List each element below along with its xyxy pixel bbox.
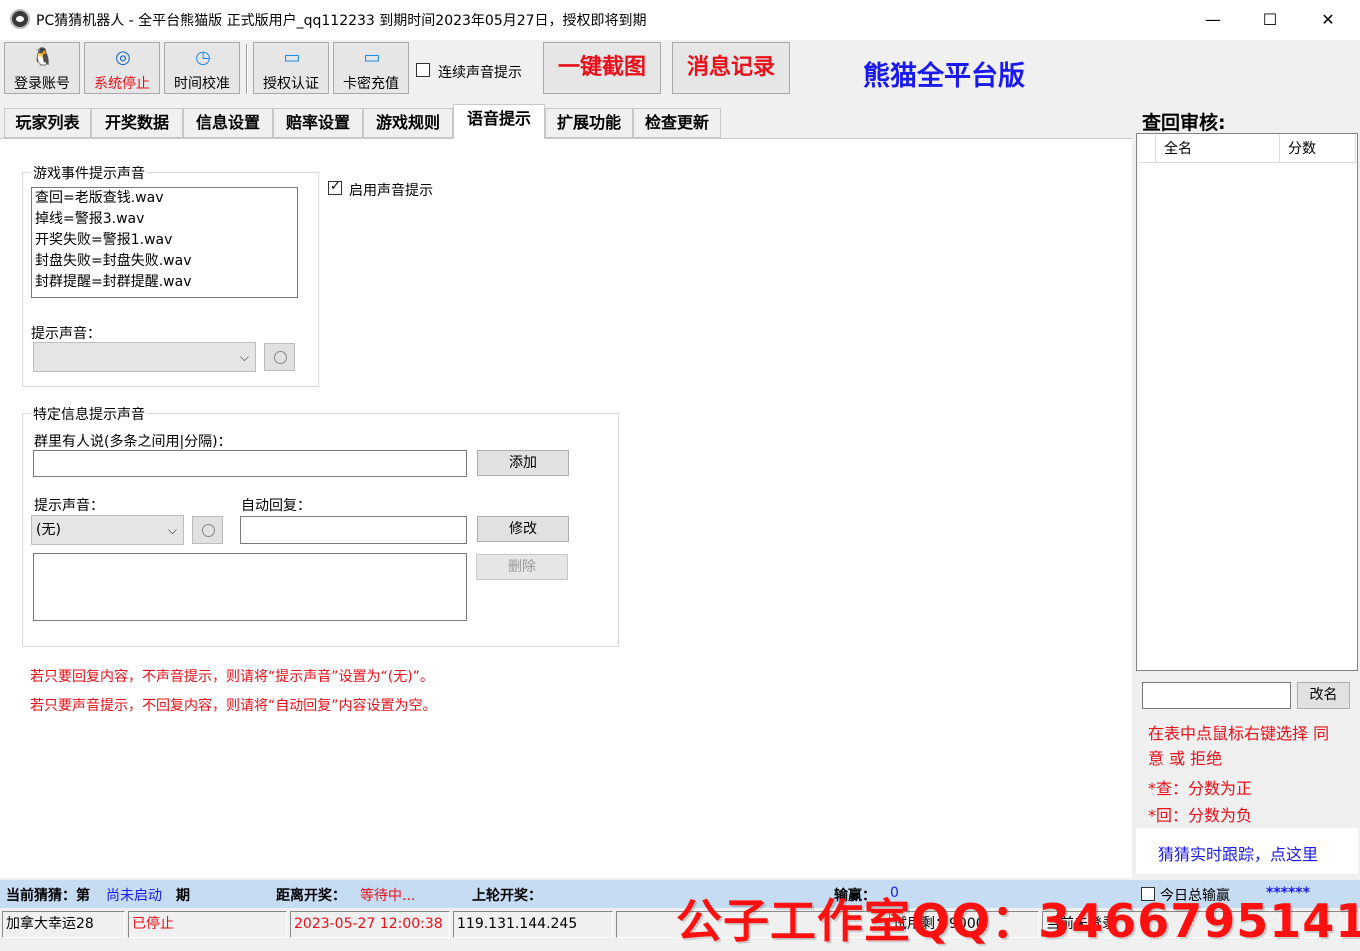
close-button[interactable]: ✕	[1305, 4, 1351, 36]
modify-button[interactable]: 修改	[477, 516, 569, 542]
tab-check-update[interactable]: 检查更新	[633, 108, 721, 138]
login-button[interactable]: 🐧 登录账号	[4, 42, 80, 94]
auto-reply-input[interactable]	[240, 516, 467, 544]
event-sound-label: 提示声音：	[31, 326, 101, 342]
card-icon: ▭	[283, 47, 301, 68]
play-sound-button[interactable]	[264, 343, 295, 371]
tab-player-list[interactable]: 玩家列表	[4, 108, 91, 138]
column-header-name[interactable]: 全名	[1156, 135, 1280, 163]
realtime-track-label: 猜猜实时跟踪，点这里	[1158, 845, 1319, 864]
chevron-down-icon: ⌵	[167, 523, 177, 537]
list-item[interactable]: 查回=老版查钱.wav	[32, 188, 297, 209]
message-log-button[interactable]: 消息记录	[672, 42, 790, 94]
specific-sound-value: (无)	[36, 522, 61, 538]
specific-sound-label: 提示声音：	[34, 498, 104, 514]
datetime-cell: 2023-05-27 12:00:38	[290, 911, 450, 938]
delete-button[interactable]: 删除	[476, 554, 568, 580]
tab-voice-prompt[interactable]: 语音提示	[453, 104, 545, 139]
realtime-track-link[interactable]: 猜猜实时跟踪，点这里	[1136, 828, 1358, 874]
rename-button[interactable]: 改名	[1297, 682, 1350, 709]
window-title: PC猜猜机器人 - 全平台熊猫版 正式版用户_qq112233 到期时间2023…	[36, 13, 647, 29]
someone-said-input[interactable]	[33, 450, 467, 477]
tab-odds-settings[interactable]: 赔率设置	[273, 108, 363, 138]
period-label: 期	[176, 888, 190, 904]
title-bar: PC猜猜机器人 - 全平台熊猫版 正式版用户_qq112233 到期时间2023…	[0, 0, 1360, 40]
event-sound-group-title: 游戏事件提示声音	[31, 163, 147, 183]
event-sound-select[interactable]: ⌵	[33, 342, 256, 372]
list-item[interactable]: 封盘失败=封盘失败.wav	[32, 251, 297, 272]
qq-penguin-icon: 🐧	[31, 47, 55, 68]
rules-list[interactable]	[33, 553, 467, 621]
login-label: 登录账号	[14, 76, 70, 92]
maximize-button[interactable]: ☐	[1247, 4, 1293, 36]
column-header-score[interactable]: 分数	[1280, 135, 1356, 163]
minimize-button[interactable]: —	[1190, 4, 1236, 36]
tab-draw-data[interactable]: 开奖数据	[91, 108, 183, 138]
run-state-cell: 已停止	[128, 911, 287, 938]
screenshot-button[interactable]: 一键截图	[543, 42, 661, 94]
someone-said-label: 群里有人说(多条之间用|分隔)：	[34, 434, 232, 450]
tab-extensions[interactable]: 扩展功能	[545, 108, 633, 138]
review-help-text: *查：分数为正	[1148, 779, 1253, 798]
review-help-text: 意 或 拒绝	[1148, 749, 1223, 768]
target-icon: ◎	[115, 47, 131, 68]
review-table[interactable]: 全名 分数	[1136, 133, 1358, 671]
review-title: 查回审核:	[1142, 112, 1226, 134]
ip-cell: 119.131.144.245	[453, 911, 613, 938]
watermark-text: 公子工作室QQ：3466795141	[676, 894, 1360, 948]
event-sound-list[interactable]: 查回=老版查钱.wav 掉线=警报3.wav 开奖失败=警报1.wav 封盘失败…	[31, 187, 298, 298]
enable-sound-label: 启用声音提示	[349, 183, 433, 199]
recharge-button[interactable]: ▭ 卡密充值	[333, 42, 409, 94]
rename-input[interactable]	[1142, 682, 1291, 709]
current-round-value: 尚未启动	[106, 888, 162, 904]
toolbar-separator	[246, 44, 248, 94]
chevron-down-icon: ⌵	[239, 350, 249, 364]
enable-sound-checkbox[interactable]	[328, 179, 342, 195]
next-draw-value: 等待中...	[360, 888, 416, 904]
tab-game-rules[interactable]: 游戏规则	[363, 108, 453, 138]
auth-button[interactable]: ▭ 授权认证	[253, 42, 329, 94]
add-button[interactable]: 添加	[477, 450, 569, 476]
card-icon: ▭	[363, 47, 381, 68]
continuous-sound-checkbox[interactable]	[416, 63, 430, 77]
play-sound-button[interactable]	[192, 516, 223, 544]
clock-icon: ◷	[195, 47, 211, 68]
row-header-cell	[1138, 135, 1156, 163]
auto-reply-label: 自动回复：	[241, 498, 311, 514]
app-icon	[10, 9, 30, 29]
list-item[interactable]: 掉线=警报3.wav	[32, 209, 297, 230]
last-draw-label: 上轮开奖：	[472, 888, 542, 904]
specific-sound-select[interactable]: (无) ⌵	[31, 515, 184, 545]
stop-button[interactable]: ◎ 系统停止	[84, 42, 160, 94]
time-sync-button[interactable]: ◷ 时间校准	[164, 42, 240, 94]
next-draw-label: 距离开奖：	[276, 888, 346, 904]
continuous-sound-label: 连续声音提示	[438, 65, 522, 81]
stop-label: 系统停止	[94, 76, 150, 92]
tab-info-settings[interactable]: 信息设置	[183, 108, 273, 138]
auth-label: 授权认证	[263, 76, 319, 92]
time-sync-label: 时间校准	[174, 76, 230, 92]
review-help-text: *回：分数为负	[1148, 806, 1253, 825]
hint-note: 若只要回复内容，不声音提示，则请将“提示声音”设置为“(无)”。	[30, 669, 434, 685]
brand-title: 熊猫全平台版	[863, 61, 1025, 92]
review-help-text: 在表中点鼠标右键选择 同	[1148, 724, 1330, 743]
current-round-label: 当前猜猜：第	[6, 888, 90, 904]
recharge-label: 卡密充值	[343, 76, 399, 92]
hint-note: 若只要声音提示，不回复内容，则请将“自动回复”内容设置为空。	[30, 698, 437, 714]
list-item[interactable]: 封群提醒=封群提醒.wav	[32, 272, 297, 293]
game-name-cell: 加拿大幸运28	[2, 911, 125, 938]
specific-sound-group-title: 特定信息提示声音	[31, 404, 147, 424]
list-item[interactable]: 开奖失败=警报1.wav	[32, 230, 297, 251]
